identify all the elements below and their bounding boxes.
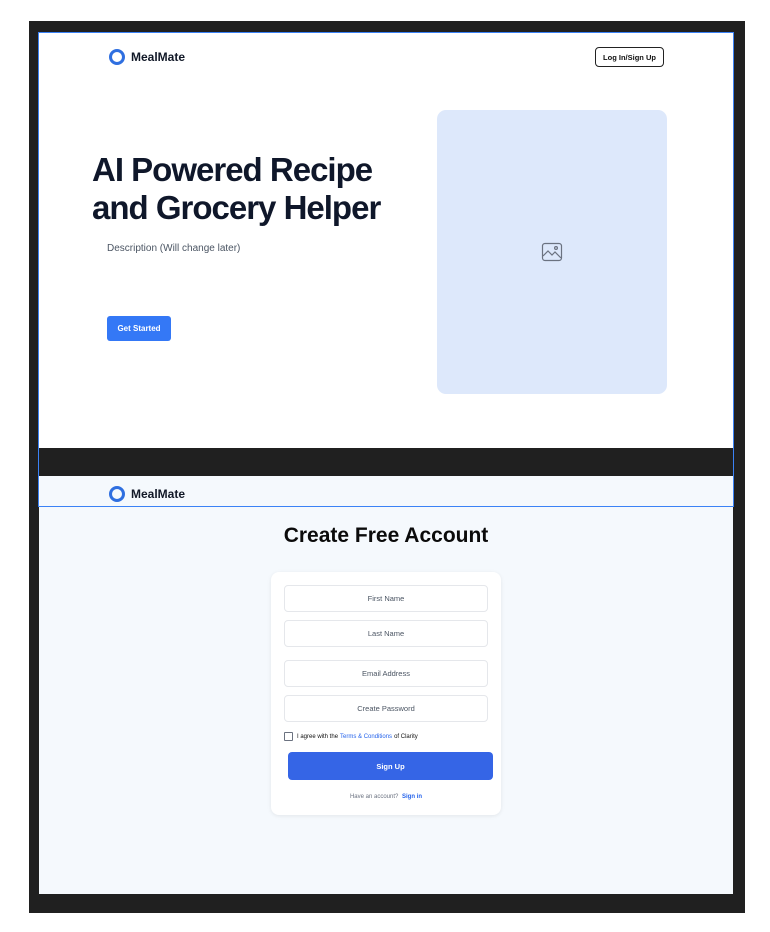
agree-suffix: of Clarity bbox=[394, 733, 418, 740]
brand-name: MealMate bbox=[131, 50, 186, 64]
get-started-button[interactable]: Get Started bbox=[107, 316, 171, 341]
have-account-label: Have an account? bbox=[349, 794, 399, 800]
sign-up-button[interactable]: Sign Up bbox=[288, 752, 493, 780]
terms-link[interactable]: Terms & Conditions bbox=[340, 734, 392, 740]
landing-page-frame: MealMate Log In/Sign Up AI Powered Recip… bbox=[39, 33, 733, 448]
password-field[interactable]: Create Password bbox=[284, 695, 488, 722]
terms-agreement: I agree with the Terms & Conditions of C… bbox=[284, 732, 418, 741]
hero-description: Description (Will change later) bbox=[107, 243, 241, 254]
image-icon bbox=[541, 242, 563, 262]
agree-prefix: I agree with the bbox=[297, 733, 339, 740]
hero-image-placeholder bbox=[437, 110, 667, 394]
sign-in-link[interactable]: Sign in bbox=[402, 794, 422, 800]
last-name-field[interactable]: Last Name bbox=[284, 620, 488, 647]
email-field[interactable]: Email Address bbox=[284, 660, 488, 687]
brand-name: MealMate bbox=[131, 487, 186, 501]
hero-title: AI Powered Recipe and Grocery Helper bbox=[92, 151, 381, 226]
first-name-field[interactable]: First Name bbox=[284, 585, 488, 612]
signup-page-frame: MealMate Create Free Account First Name … bbox=[39, 476, 733, 894]
design-canvas: MealMate Log In/Sign Up AI Powered Recip… bbox=[29, 21, 745, 913]
logo-ring-icon bbox=[109, 49, 125, 65]
logo-ring-icon bbox=[109, 486, 125, 502]
login-signup-button[interactable]: Log In/Sign Up bbox=[595, 47, 664, 67]
signup-card: First Name Last Name Email Address Creat… bbox=[271, 572, 501, 815]
have-account-text: Have an account? Sign in bbox=[271, 794, 501, 800]
signup-brand-logo[interactable]: MealMate bbox=[109, 486, 185, 502]
signup-title: Create Free Account bbox=[283, 524, 489, 547]
terms-checkbox[interactable] bbox=[284, 732, 293, 741]
brand-logo[interactable]: MealMate bbox=[109, 49, 185, 65]
